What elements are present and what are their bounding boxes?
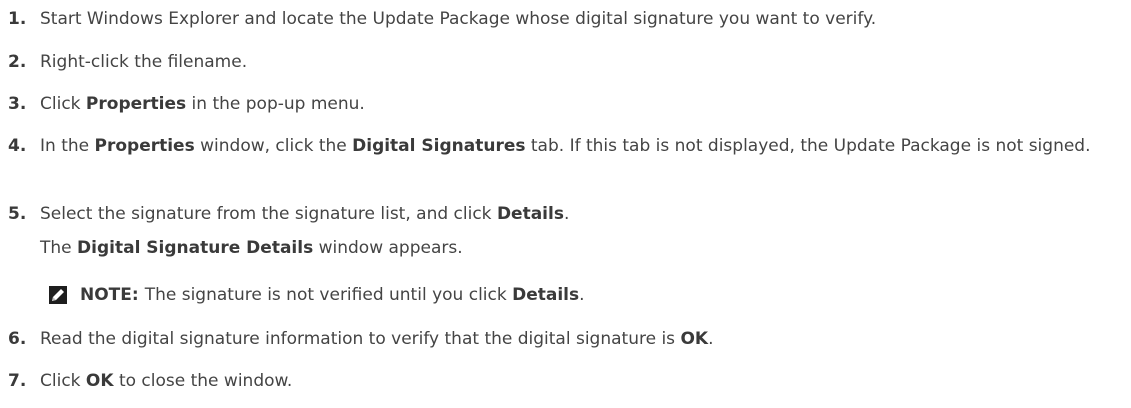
step-text-part: . [563,204,570,224]
ui-term-digital-signature-details: Digital Signature Details [77,238,314,258]
note-text-part: The signature is not verified until you … [144,285,513,305]
ui-term-ok: OK [85,371,114,391]
step-text: In the Properties window, click the Digi… [40,134,1100,158]
step-text: Click OK to close the window. [40,369,1125,393]
step-text: Start Windows Explorer and locate the Up… [40,7,1125,31]
step-text-part: to close the window. [113,371,293,391]
step-text-part: window appears. [313,238,463,258]
step-number: 1. [8,9,27,29]
step-text-part: Select the signature from the signature … [40,204,497,224]
note-text-part: . [579,285,585,305]
step-text: Select the signature from the signature … [40,202,1125,226]
step-number: 4. [8,136,27,156]
step-text-part: In the [40,136,95,156]
step-text-part: tab. If this tab is not displayed, the U… [525,136,1091,156]
step-text-part: Start Windows Explorer and locate the Up… [40,9,877,29]
note-label: NOTE: [80,285,139,305]
step-text: Read the digital signature information t… [40,327,1125,351]
step-text-part: Read the digital signature information t… [40,329,681,349]
pencil-note-icon [48,285,68,305]
ui-term-details: Details [512,285,580,305]
note-text: The signature is not verified until you … [145,283,585,307]
step-text-part: The [40,238,78,258]
step-number: 6. [8,329,27,349]
ui-term-details: Details [496,204,564,224]
step-number: 5. [8,204,27,224]
step-5-note: NOTE: The signature is not verified unti… [48,283,585,307]
step-number: 7. [8,371,27,391]
ui-term-ok: OK [680,329,709,349]
step-number: 2. [8,52,27,72]
step-text: Click Properties in the pop-up menu. [40,92,1125,116]
step-result-text: The Digital Signature Details window app… [40,236,1125,260]
step-text: Right-click the filename. [40,50,1125,74]
step-text-part: Click [40,94,86,114]
step-text-part: Right-click the filename. [40,52,248,72]
step-text-part: Click [40,371,86,391]
ui-term-properties: Properties [85,94,187,114]
ui-term-properties: Properties [94,136,195,156]
ui-term-digital-signatures: Digital Signatures [352,136,526,156]
step-number: 3. [8,94,27,114]
step-text-part: window, click the [194,136,353,156]
step-text-part: in the pop-up menu. [186,94,365,114]
step-text-part: . [708,329,714,349]
